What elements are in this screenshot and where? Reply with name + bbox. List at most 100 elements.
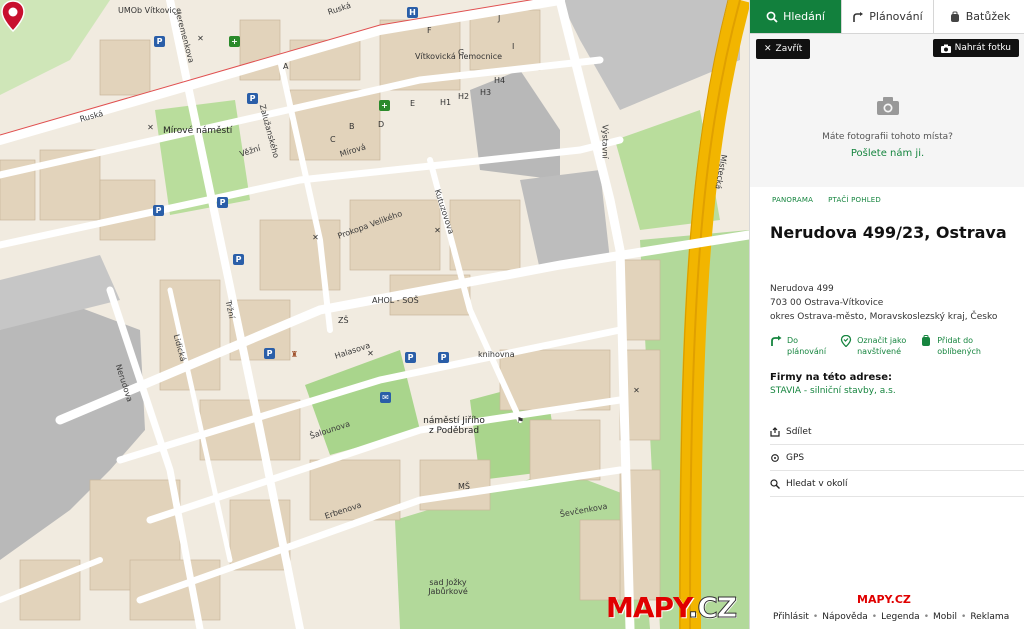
gps-icon bbox=[771, 453, 779, 462]
footer-link-login[interactable]: Přihlásit bbox=[773, 612, 809, 622]
parking-icon[interactable]: P bbox=[264, 348, 275, 359]
map-area-label: náměstí Jiřího z Poděbrad bbox=[423, 416, 485, 436]
footer-link-mobile[interactable]: Mobil bbox=[933, 612, 957, 622]
pharmacy-icon[interactable]: + bbox=[379, 100, 390, 111]
camera-placeholder-icon bbox=[877, 97, 899, 115]
post-office-icon[interactable]: ✉ bbox=[380, 392, 391, 403]
add-favorite-button[interactable]: Přidat do oblíbených bbox=[920, 335, 981, 357]
visited-pin-icon bbox=[840, 335, 852, 347]
tab-search[interactable]: Hledání bbox=[750, 0, 842, 33]
building-label: F bbox=[427, 26, 432, 35]
restaurant-icon[interactable]: ✕ bbox=[145, 122, 156, 133]
parking-icon[interactable]: P bbox=[405, 352, 416, 363]
restaurant-icon[interactable]: ✕ bbox=[365, 348, 376, 359]
mapy-logo: MAPY.CZ bbox=[606, 591, 738, 625]
map-area-label: knihovna bbox=[478, 350, 515, 359]
parking-icon[interactable]: P bbox=[217, 197, 228, 208]
action-label: Do bbox=[787, 336, 799, 345]
bird-view-link[interactable]: PTAČÍ POHLED bbox=[828, 196, 881, 204]
add-to-planning-button[interactable]: Do plánování bbox=[770, 335, 826, 357]
tab-label: Hledání bbox=[783, 10, 825, 23]
footer-separator: • bbox=[961, 612, 967, 622]
building-label: B bbox=[349, 122, 355, 131]
close-label: Zavřít bbox=[775, 44, 803, 54]
building-label: I bbox=[512, 42, 515, 51]
firm-link[interactable]: STAVIA - silniční stavby, a.s. bbox=[770, 386, 896, 396]
favorites-icon bbox=[922, 335, 931, 346]
tab-label: Batůžek bbox=[965, 10, 1011, 23]
map-base bbox=[0, 0, 749, 629]
gps-row[interactable]: GPS bbox=[770, 445, 1024, 471]
search-nearby-row[interactable]: Hledat v okolí bbox=[770, 471, 1024, 497]
tab-label: Plánování bbox=[869, 10, 923, 23]
footer-separator: • bbox=[923, 612, 929, 622]
close-icon: ✕ bbox=[764, 44, 772, 54]
mark-visited-button[interactable]: Označit jako navštívené bbox=[840, 335, 906, 357]
action-label: navštívené bbox=[857, 347, 901, 356]
location-pin-icon[interactable] bbox=[0, 0, 26, 32]
menu-label: GPS bbox=[786, 452, 805, 463]
tab-backpack[interactable]: Batůžek bbox=[934, 0, 1024, 33]
detail-panel: Hledání Plánování Batůžek ✕ Zavřít Nahrá… bbox=[749, 0, 1024, 629]
logo-text-b: .CZ bbox=[687, 591, 737, 625]
send-photo-link[interactable]: Pošlete nám ji. bbox=[750, 148, 1024, 159]
view-links: PANORAMA PTAČÍ POHLED bbox=[772, 196, 881, 204]
building-label: A bbox=[283, 62, 289, 71]
photo-area: ✕ Zavřít Nahrát fotku Máte fotografii to… bbox=[750, 34, 1024, 187]
action-label: Označit jako bbox=[857, 336, 907, 345]
share-icon bbox=[770, 426, 780, 437]
restaurant-icon[interactable]: ✕ bbox=[631, 385, 642, 396]
address-line: okres Ostrava-město, Moravskoslezský kra… bbox=[770, 312, 998, 322]
close-button[interactable]: ✕ Zavřít bbox=[756, 39, 811, 59]
photo-question: Máte fotografii tohoto místa? bbox=[822, 132, 953, 142]
restaurant-icon[interactable]: ✕ bbox=[432, 225, 443, 236]
place-title: Nerudova 499/23, Ostrava bbox=[770, 223, 1007, 242]
pharmacy-icon[interactable]: + bbox=[229, 36, 240, 47]
route-arrow-icon bbox=[771, 335, 782, 346]
tab-planning[interactable]: Plánování bbox=[842, 0, 934, 33]
address-line: 703 00 Ostrava-Vítkovice bbox=[770, 298, 884, 308]
map-area-label: MŠ bbox=[458, 482, 470, 491]
restaurant-icon[interactable]: ✕ bbox=[195, 33, 206, 44]
footer-link-ads[interactable]: Reklama bbox=[970, 612, 1009, 622]
upload-photo-button[interactable]: Nahrát fotku bbox=[932, 39, 1019, 57]
camera-icon bbox=[940, 44, 951, 53]
museum-icon[interactable]: ♜ bbox=[289, 349, 300, 360]
footer-link-legend[interactable]: Legenda bbox=[881, 612, 920, 622]
action-label: Přidat do bbox=[937, 336, 974, 345]
action-label: plánování bbox=[787, 347, 827, 356]
route-icon bbox=[853, 11, 864, 22]
logo-text-a: MAPY bbox=[606, 591, 689, 624]
parking-icon[interactable]: P bbox=[154, 36, 165, 47]
footer-logo: MAPY.CZ bbox=[857, 593, 911, 606]
building-label: H1 bbox=[440, 98, 452, 107]
map-area-label: sad Jožky Jabůrkové bbox=[428, 578, 468, 596]
parking-icon[interactable]: P bbox=[438, 352, 449, 363]
building-label: C bbox=[330, 135, 336, 144]
firms-heading: Firmy na této adrese: bbox=[770, 372, 893, 383]
restaurant-icon[interactable]: ✕ bbox=[310, 232, 321, 243]
upload-label: Nahrát fotku bbox=[954, 43, 1011, 53]
action-label: oblíbených bbox=[937, 347, 981, 356]
parking-icon[interactable]: P bbox=[247, 93, 258, 104]
address-line: Nerudova 499 bbox=[770, 284, 834, 294]
parking-icon[interactable]: P bbox=[233, 254, 244, 265]
footer-link-help[interactable]: Nápověda bbox=[822, 612, 868, 622]
panorama-link[interactable]: PANORAMA bbox=[772, 196, 813, 204]
map-area-label: ZŠ bbox=[338, 316, 349, 325]
building-label: H3 bbox=[480, 88, 492, 97]
tab-bar: Hledání Plánování Batůžek bbox=[750, 0, 1024, 34]
map-area-label: UMOb Vítkovice bbox=[118, 6, 182, 15]
hospital-icon[interactable]: H bbox=[407, 7, 418, 18]
building-label: H2 bbox=[458, 92, 470, 101]
place-actions: Do plánování Označit jako navštívené Přida… bbox=[770, 335, 981, 357]
map-area-label: Mírové náměstí bbox=[163, 126, 233, 136]
footer-separator: • bbox=[871, 612, 878, 622]
share-row[interactable]: Sdílet bbox=[770, 419, 1024, 445]
search-nearby-icon bbox=[770, 478, 780, 489]
building-label: E bbox=[410, 99, 416, 108]
street-label: Výstavní bbox=[600, 124, 610, 159]
map-canvas[interactable]: UMOb Vítkovice Mírové náměstí Vítkovická… bbox=[0, 0, 749, 629]
sport-icon[interactable]: ⚑ bbox=[515, 415, 526, 426]
backpack-icon bbox=[950, 11, 959, 22]
